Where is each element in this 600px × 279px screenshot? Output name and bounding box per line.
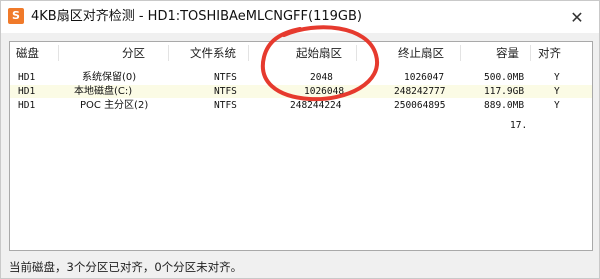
header-separator bbox=[530, 45, 531, 61]
header-separator bbox=[248, 45, 249, 61]
cell-end-sector: 248242777 bbox=[394, 86, 446, 97]
cell-partition: POC 主分区(2) bbox=[80, 100, 149, 111]
header-separator bbox=[460, 45, 461, 61]
header-filesystem[interactable]: 文件系统 bbox=[190, 42, 236, 64]
header-disk[interactable]: 磁盘 bbox=[16, 42, 39, 64]
app-icon: S bbox=[8, 8, 24, 24]
cell-aligned: Y bbox=[554, 86, 560, 97]
close-icon: ✕ bbox=[570, 7, 584, 27]
main-window: S 4KB扇区对齐检测 - HD1:TOSHIBAeMLCNGFF(119GB)… bbox=[0, 0, 600, 279]
cell-aligned: Y bbox=[554, 100, 560, 111]
cell-disk: HD1 bbox=[18, 100, 36, 111]
cell-capacity: 889.0MB bbox=[484, 100, 525, 111]
header-separator bbox=[168, 45, 169, 61]
cell-capacity: 117.9GB bbox=[484, 86, 525, 97]
cell-end-sector: 1026047 bbox=[404, 72, 445, 83]
header-separator bbox=[58, 45, 59, 61]
header-capacity[interactable]: 容量 bbox=[496, 42, 519, 64]
cell-filesystem: NTFS bbox=[214, 100, 237, 111]
app-icon-glyph: S bbox=[12, 9, 20, 22]
header-end-sector[interactable]: 终止扇区 bbox=[398, 42, 444, 64]
overflow-text: 17. bbox=[510, 120, 528, 131]
header-aligned[interactable]: 对齐 bbox=[538, 42, 561, 64]
cell-filesystem: NTFS bbox=[214, 86, 237, 97]
annotation-circle bbox=[260, 25, 380, 102]
close-button[interactable]: ✕ bbox=[555, 1, 599, 33]
header-partition[interactable]: 分区 bbox=[122, 42, 145, 64]
cell-disk: HD1 bbox=[18, 72, 36, 83]
cell-disk: HD1 bbox=[18, 86, 36, 97]
cell-aligned: Y bbox=[554, 72, 560, 83]
cell-capacity: 500.0MB bbox=[484, 72, 525, 83]
cell-partition: 本地磁盘(C:) bbox=[74, 86, 133, 97]
cell-partition: 系统保留(0) bbox=[82, 72, 137, 83]
cell-end-sector: 250064895 bbox=[394, 100, 446, 111]
overflow-row: 17. bbox=[10, 119, 592, 132]
cell-filesystem: NTFS bbox=[214, 72, 237, 83]
status-bar: 当前磁盘，3个分区已对齐，0个分区未对齐。 bbox=[9, 260, 243, 274]
